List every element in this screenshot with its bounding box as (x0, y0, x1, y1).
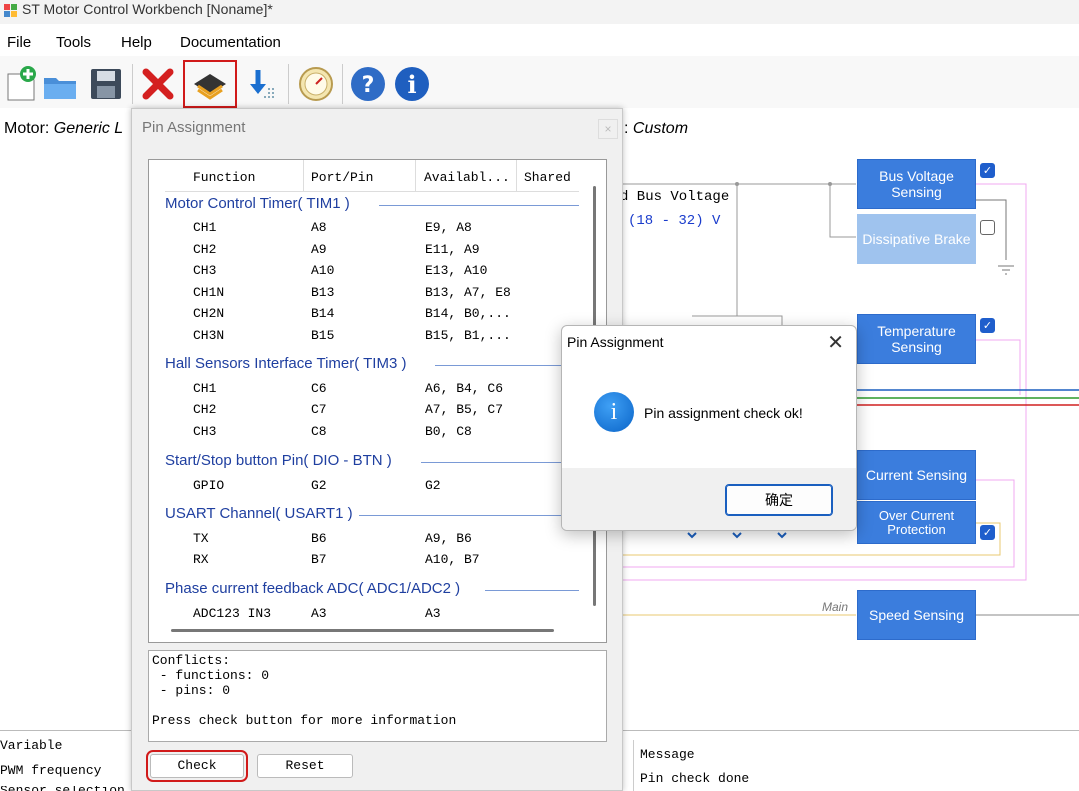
dissipative-brake-checkbox[interactable] (980, 220, 995, 235)
header-available[interactable]: Availabl... (424, 170, 510, 185)
group-divider (359, 515, 579, 516)
reset-button[interactable]: Reset (257, 754, 353, 778)
table-row[interactable]: CH3 A10 E13, A10 (149, 263, 579, 283)
table-row[interactable]: CH1 A8 E9, A8 (149, 220, 579, 240)
bus-voltage-checkbox[interactable]: ✓ (980, 163, 995, 178)
group-title: USART Channel( USART1 ) (165, 505, 353, 522)
over-current-protection-block[interactable]: Over Current Protection (857, 501, 976, 544)
group-divider (485, 590, 579, 591)
table-row[interactable]: CH2 C7 A7, B5, C7 (149, 402, 579, 422)
dissipative-brake-block[interactable]: Dissipative Brake (857, 214, 976, 264)
table-row[interactable]: RX B7 A10, B7 (149, 552, 579, 572)
pin-assignment-window: Pin Assignment × Function Port/Pin Avail… (131, 108, 623, 791)
group-title: Start/Stop button Pin( DIO - BTN ) (165, 452, 392, 469)
table-row[interactable]: TX B6 A9, B6 (149, 531, 579, 551)
pin-table-header: Function Port/Pin Availabl... Shared (165, 160, 579, 192)
main-label: Main (822, 600, 849, 614)
pwm-frequency-row[interactable]: PWM frequency (0, 763, 101, 778)
panel-divider (633, 740, 634, 791)
bus-voltage-sensing-block[interactable]: Bus Voltage Sensing (857, 159, 976, 209)
pin-assignment-list[interactable]: Function Port/Pin Availabl... Shared Mot… (148, 159, 607, 643)
group-divider (421, 462, 579, 463)
ok-button[interactable]: 确定 (725, 484, 833, 516)
horizontal-scrollbar[interactable] (171, 629, 554, 632)
message-header: Message (640, 747, 695, 762)
message-box-title: Pin Assignment (567, 334, 664, 350)
table-row[interactable]: CH1 C6 A6, B4, C6 (149, 381, 579, 401)
message-value: Pin check done (640, 771, 750, 786)
group-title: Hall Sensors Interface Timer( TIM3 ) (165, 355, 407, 372)
close-icon[interactable]: ✕ (827, 330, 844, 355)
table-row[interactable]: CH3N B15 B15, B1,... (149, 328, 579, 348)
pin-window-title: Pin Assignment (142, 119, 246, 136)
header-port[interactable]: Port/Pin (311, 170, 373, 185)
header-function[interactable]: Function (193, 170, 255, 185)
info-icon: i (594, 392, 634, 432)
table-row[interactable]: CH3 C8 B0, C8 (149, 424, 579, 444)
over-current-checkbox[interactable]: ✓ (980, 525, 995, 540)
table-row[interactable]: CH2N B14 B14, B0,... (149, 306, 579, 326)
temperature-sensing-block[interactable]: Temperature Sensing (857, 314, 976, 364)
header-shared[interactable]: Shared (524, 170, 571, 185)
table-row[interactable]: CH1N B13 B13, A7, E8 (149, 285, 579, 305)
table-row[interactable]: CH2 A9 E11, A9 (149, 242, 579, 262)
bus-voltage-range[interactable]: (18 - 32) V (628, 213, 720, 229)
check-button[interactable]: Check (146, 750, 248, 782)
group-title: Phase current feedback ADC( ADC1/ADC2 ) (165, 580, 461, 597)
variable-header: Variable (0, 738, 63, 753)
conflicts-panel: Conflicts: - functions: 0 - pins: 0 Pres… (148, 650, 607, 742)
pin-window-close-button[interactable]: × (598, 119, 618, 139)
speed-sensing-block[interactable]: Speed Sensing (857, 590, 976, 640)
current-sensing-block[interactable]: Current Sensing (857, 450, 976, 500)
bus-voltage-label: d Bus Voltage (620, 189, 730, 205)
table-row[interactable]: GPIO G2 G2 (149, 478, 579, 498)
group-title: Motor Control Timer( TIM1 ) (165, 195, 350, 212)
group-divider (379, 205, 579, 206)
message-box-text: Pin assignment check ok! (644, 405, 803, 421)
group-divider (435, 365, 579, 366)
temperature-checkbox[interactable]: ✓ (980, 318, 995, 333)
table-row[interactable]: ADC123_IN3 A3 A3 (149, 606, 579, 618)
